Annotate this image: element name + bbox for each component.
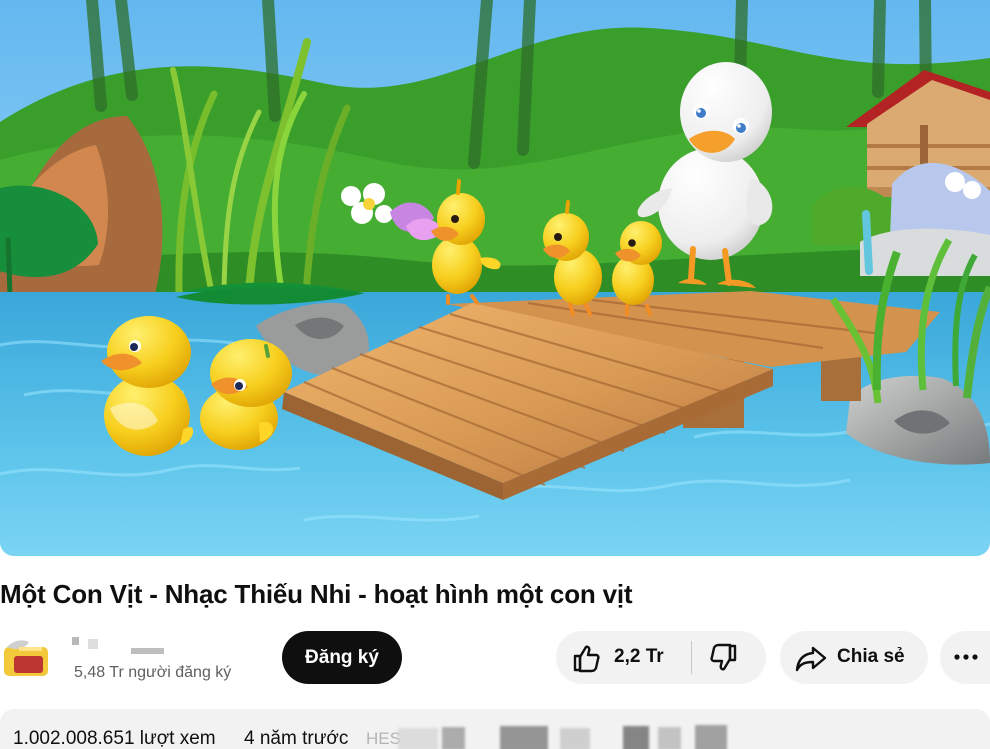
description-box[interactable]: 1.002.008.651 lượt xem 4 năm trước HES (0, 709, 990, 749)
description-redacted-blur (398, 725, 727, 749)
dislike-button[interactable] (692, 631, 766, 684)
more-actions-button[interactable] (940, 631, 990, 684)
like-count: 2,2 Tr (614, 646, 664, 667)
like-dislike-group: 2,2 Tr (556, 631, 766, 684)
thumbs-up-icon (573, 645, 600, 673)
channel-name-redacted (72, 637, 164, 654)
subscriber-count: 5,48 Tr người đăng ký (74, 664, 232, 681)
like-button[interactable]: 2,2 Tr (556, 631, 690, 684)
share-label: Chia sẻ (837, 646, 905, 667)
upload-age: 4 năm trước (244, 728, 349, 749)
subscribe-button[interactable]: Đăng ký (282, 631, 402, 684)
thumbs-down-icon (710, 643, 737, 671)
video-thumbnail-illustration (0, 0, 990, 556)
share-arrow-icon (795, 646, 827, 672)
more-horizontal-icon (954, 654, 978, 660)
share-button[interactable]: Chia sẻ (780, 631, 928, 684)
video-title: Một Con Vịt - Nhạc Thiếu Nhi - hoạt hình… (0, 579, 633, 609)
video-player[interactable] (0, 0, 990, 556)
youtube-watch-page: Một Con Vịt - Nhạc Thiếu Nhi - hoạt hình… (0, 0, 990, 749)
view-count: 1.002.008.651 lượt xem (13, 728, 216, 749)
channel-avatar-icon[interactable] (4, 638, 48, 676)
